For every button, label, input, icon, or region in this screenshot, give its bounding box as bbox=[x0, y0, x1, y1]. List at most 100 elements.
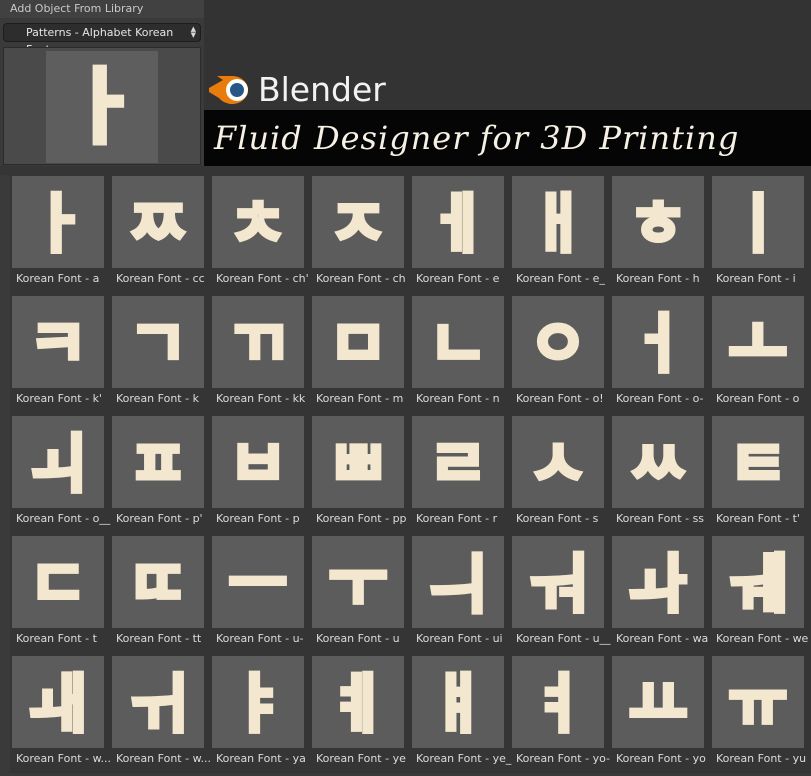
library-item[interactable]: ㅜ Korean Font - u bbox=[312, 536, 412, 656]
library-item[interactable]: ㅘ Korean Font - wa bbox=[612, 536, 712, 656]
library-item[interactable]: ㅚ Korean Font - o__ bbox=[12, 416, 112, 536]
library-item[interactable]: ㄹ Korean Font - r bbox=[412, 416, 512, 536]
library-item[interactable]: ㅛ Korean Font - yo bbox=[612, 656, 712, 776]
library-item-thumbnail: ㅟ bbox=[112, 656, 204, 748]
library-item-glyph: ㄱ bbox=[129, 308, 188, 382]
library-item[interactable]: ㅣ Korean Font - i bbox=[712, 176, 811, 296]
library-item-glyph: ㅊ bbox=[229, 188, 288, 262]
library-item-label: Korean Font - t bbox=[16, 632, 97, 645]
library-item-thumbnail: ㅖ bbox=[312, 656, 404, 748]
library-item-glyph: ㅟ bbox=[129, 668, 188, 742]
library-item[interactable]: ㅋ Korean Font - k' bbox=[12, 296, 112, 416]
library-item-label: Korean Font - ch' bbox=[216, 272, 309, 285]
library-item[interactable]: ㄷ Korean Font - t bbox=[12, 536, 112, 656]
library-item-glyph: ㅡ bbox=[229, 548, 288, 622]
library-item-label: Korean Font - a bbox=[16, 272, 100, 285]
library-item-thumbnail: ㅛ bbox=[612, 656, 704, 748]
library-item-label: Korean Font - pp bbox=[316, 512, 407, 525]
library-category-select[interactable]: Patterns - Alphabet Korean Font ▲▼ bbox=[3, 23, 201, 56]
library-item[interactable]: ㅈ Korean Font - ch bbox=[312, 176, 412, 296]
library-item-label: Korean Font - we bbox=[716, 632, 809, 645]
library-item-label: Korean Font - u__ bbox=[516, 632, 611, 645]
subtitle-bar: Fluid Designer for 3D Printing bbox=[204, 110, 811, 166]
library-item-glyph: ㅙ bbox=[29, 668, 88, 742]
library-item-glyph: ㅞ bbox=[729, 548, 788, 622]
library-item[interactable]: ㅒ Korean Font - ye_ bbox=[412, 656, 512, 776]
library-item-label: Korean Font - tt bbox=[116, 632, 202, 645]
library-item-thumbnail: ㅘ bbox=[612, 536, 704, 628]
library-item-label: Korean Font - n bbox=[416, 392, 500, 405]
library-item-label: Korean Font - o bbox=[716, 392, 800, 405]
library-item[interactable]: ㅞ Korean Font - we bbox=[712, 536, 811, 656]
library-item-thumbnail: ㅝ bbox=[512, 536, 604, 628]
library-item-thumbnail: ㄷ bbox=[12, 536, 104, 628]
library-item-glyph: ㅜ bbox=[329, 548, 388, 622]
library-item-thumbnail: ㅔ bbox=[412, 176, 504, 268]
library-item-glyph: ㅇ bbox=[529, 308, 588, 382]
library-item-label: Korean Font - w... bbox=[16, 752, 112, 765]
library-item[interactable]: ㅡ Korean Font - u- bbox=[212, 536, 312, 656]
library-item[interactable]: ㅢ Korean Font - ui bbox=[412, 536, 512, 656]
library-item-label: Korean Font - p' bbox=[116, 512, 203, 525]
library-item-glyph: ㅓ bbox=[629, 308, 688, 382]
library-item[interactable]: ㅅ Korean Font - s bbox=[512, 416, 612, 536]
library-item[interactable]: ㅓ Korean Font - o- bbox=[612, 296, 712, 416]
library-item[interactable]: ㅏ Korean Font - a bbox=[12, 176, 112, 296]
library-item-thumbnail: ㄴ bbox=[412, 296, 504, 388]
blender-logo-icon bbox=[209, 76, 249, 104]
library-item[interactable]: ㅖ Korean Font - ye bbox=[312, 656, 412, 776]
library-item[interactable]: ㅌ Korean Font - t' bbox=[712, 416, 811, 536]
library-item[interactable]: ㅃ Korean Font - pp bbox=[312, 416, 412, 536]
library-item-label: Korean Font - o__ bbox=[16, 512, 111, 525]
library-item-thumbnail: ㅜ bbox=[312, 536, 404, 628]
subtitle-text: Fluid Designer for 3D Printing bbox=[214, 119, 740, 157]
library-item-thumbnail: ㄹ bbox=[412, 416, 504, 508]
library-item[interactable]: ㅊ Korean Font - ch' bbox=[212, 176, 312, 296]
preview-glyph: ㅏ bbox=[64, 60, 139, 155]
library-item[interactable]: ㄴ Korean Font - n bbox=[412, 296, 512, 416]
library-item[interactable]: ㅕ Korean Font - yo- bbox=[512, 656, 612, 776]
library-item[interactable]: ㅉ Korean Font - cc bbox=[112, 176, 212, 296]
library-item-label: Korean Font - ya bbox=[216, 752, 306, 765]
library-item[interactable]: ㅗ Korean Font - o bbox=[712, 296, 811, 416]
library-item-glyph: ㅁ bbox=[329, 308, 388, 382]
library-item[interactable]: ㅠ Korean Font - yu bbox=[712, 656, 811, 776]
library-item[interactable]: ㄲ Korean Font - kk bbox=[212, 296, 312, 416]
library-item-thumbnail: ㅆ bbox=[612, 416, 704, 508]
library-item-label: Korean Font - i bbox=[716, 272, 796, 285]
library-item[interactable]: ㅆ Korean Font - ss bbox=[612, 416, 712, 536]
library-item-glyph: ㅂ bbox=[229, 428, 288, 502]
library-item[interactable]: ㅇ Korean Font - o! bbox=[512, 296, 612, 416]
library-item[interactable]: ㅂ Korean Font - p bbox=[212, 416, 312, 536]
library-item-label: Korean Font - u- bbox=[216, 632, 304, 645]
library-item[interactable]: ㅔ Korean Font - e bbox=[412, 176, 512, 296]
library-item-glyph: ㅎ bbox=[629, 188, 688, 262]
library-item[interactable]: ㅁ Korean Font - m bbox=[312, 296, 412, 416]
library-item-label: Korean Font - kk bbox=[216, 392, 306, 405]
library-item-label: Korean Font - yo- bbox=[516, 752, 610, 765]
library-item-thumbnail: ㅋ bbox=[12, 296, 104, 388]
library-item-label: Korean Font - m bbox=[316, 392, 404, 405]
library-item-thumbnail: ㅍ bbox=[112, 416, 204, 508]
blender-logo-row: Blender bbox=[204, 62, 811, 110]
library-item-label: Korean Font - e bbox=[416, 272, 500, 285]
library-item[interactable]: ㅑ Korean Font - ya bbox=[212, 656, 312, 776]
library-item-label: Korean Font - yu bbox=[716, 752, 807, 765]
grid-gutter bbox=[0, 175, 10, 773]
library-item[interactable]: ㄸ Korean Font - tt bbox=[112, 536, 212, 656]
library-item-glyph: ㅚ bbox=[29, 428, 88, 502]
library-item[interactable]: ㅐ Korean Font - e_ bbox=[512, 176, 612, 296]
library-item[interactable]: ㄱ Korean Font - k bbox=[112, 296, 212, 416]
library-item[interactable]: ㅍ Korean Font - p' bbox=[112, 416, 212, 536]
library-item[interactable]: ㅎ Korean Font - h bbox=[612, 176, 712, 296]
library-item[interactable]: ㅟ Korean Font - w... bbox=[112, 656, 212, 776]
library-item[interactable]: ㅝ Korean Font - u__ bbox=[512, 536, 612, 656]
library-item-glyph: ㅅ bbox=[529, 428, 588, 502]
library-item-glyph: ㅆ bbox=[629, 428, 688, 502]
library-item-glyph: ㅔ bbox=[429, 188, 488, 262]
library-item-thumbnail: ㄱ bbox=[112, 296, 204, 388]
library-item-glyph: ㅌ bbox=[729, 428, 788, 502]
library-item-thumbnail: ㅏ bbox=[12, 176, 104, 268]
library-item[interactable]: ㅙ Korean Font - w... bbox=[12, 656, 112, 776]
library-item-label: Korean Font - wa bbox=[616, 632, 709, 645]
